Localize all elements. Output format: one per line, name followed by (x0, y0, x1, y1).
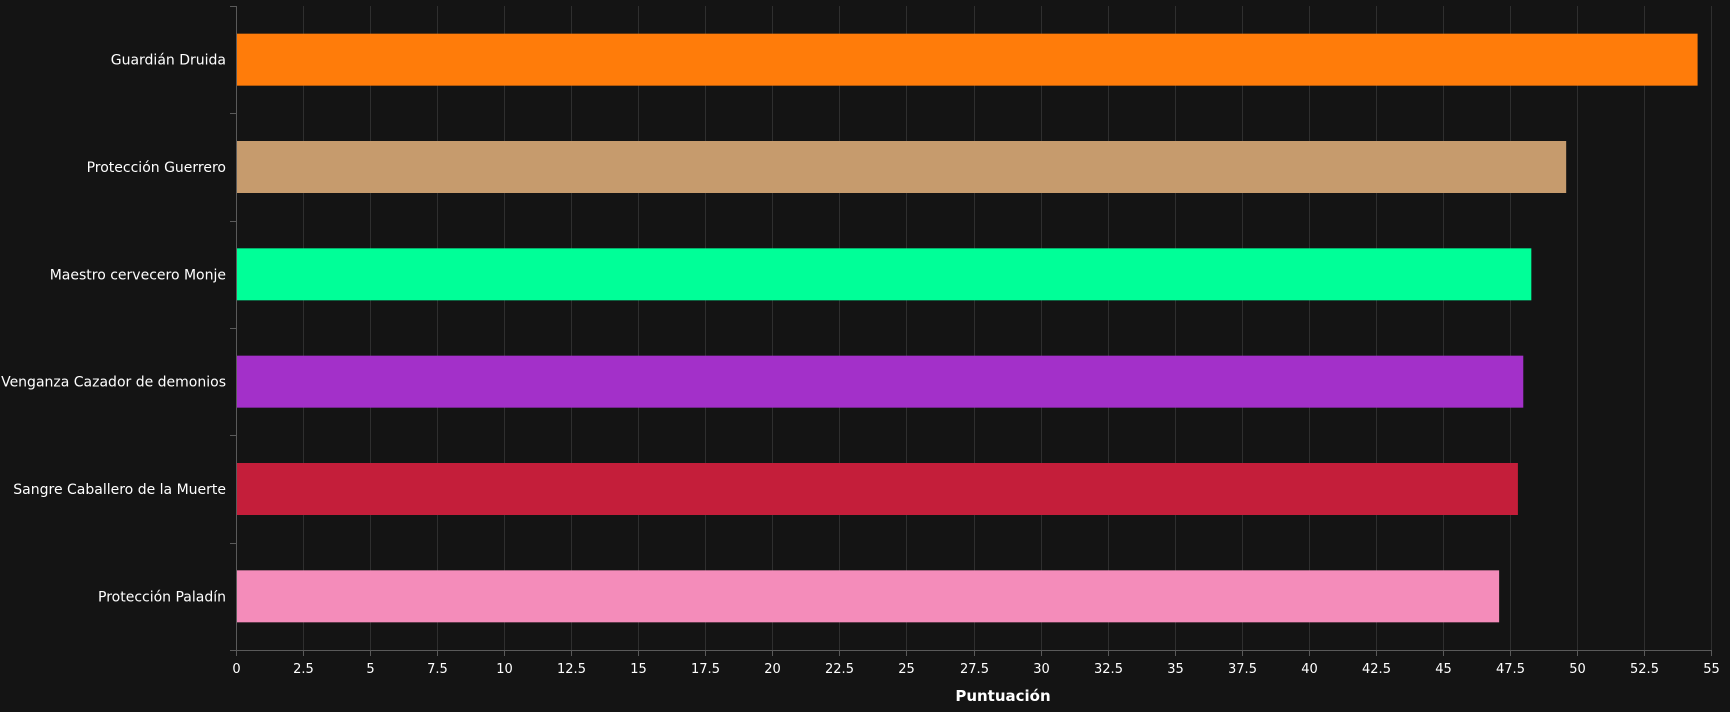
y-category-labels: Guardián Druida Protección Guerrero Maestr… (1, 53, 226, 606)
y-category-label: Venganza Cazador de demonios (1, 375, 226, 391)
y-category-label: Sangre Caballero de la Muerte (13, 482, 226, 498)
x-tick-label: 50 (1569, 662, 1586, 677)
bar (237, 570, 1500, 623)
x-tick-label: 7.5 (427, 662, 448, 677)
x-tick-label: 12.5 (557, 662, 586, 677)
x-tick-label: 27.5 (960, 662, 989, 677)
bar (237, 248, 1532, 301)
x-tick-label: 40 (1301, 662, 1318, 677)
x-tick-label: 42.5 (1362, 662, 1391, 677)
chart-svg: 0 2.5 5 7.5 10 12.5 15 17.5 20 22.5 25 27.5 30 32.5 35… (1, 6, 1720, 705)
x-tick-label: 52.5 (1630, 662, 1659, 677)
x-tick-label: 10 (496, 662, 513, 677)
x-tick-label: 30 (1033, 662, 1050, 677)
x-tick-label: 32.5 (1094, 662, 1123, 677)
y-category-label: Maestro cervecero Monje (50, 267, 226, 283)
x-axis-title: Puntuación (955, 687, 1050, 705)
bar (237, 141, 1567, 193)
x-tick-label: 45 (1435, 662, 1452, 677)
y-category-label: Guardián Druida (111, 53, 226, 69)
y-category-label: Protección Guerrero (87, 160, 226, 176)
x-tick-label: 35 (1167, 662, 1184, 677)
x-tick-label: 55 (1703, 662, 1720, 677)
x-tick-label: 25 (898, 662, 915, 677)
x-tick-label: 2.5 (293, 662, 314, 677)
axis-layer (230, 6, 1712, 656)
bar (237, 463, 1518, 515)
x-tick-label: 0 (232, 662, 240, 677)
grid-layer (303, 6, 1712, 650)
bar-chart: 0 2.5 5 7.5 10 12.5 15 17.5 20 22.5 25 27.5 30 32.5 35… (0, 0, 1730, 708)
x-tick-label: 17.5 (691, 662, 720, 677)
x-tick-label: 37.5 (1228, 662, 1257, 677)
x-tick-label: 20 (764, 662, 781, 677)
y-category-label: Protección Paladín (98, 589, 226, 605)
x-tick-label: 47.5 (1496, 662, 1525, 677)
x-tick-labels: 0 2.5 5 7.5 10 12.5 15 17.5 20 22.5 25 27.5 30 32.5 35… (232, 662, 1719, 677)
x-tick-label: 5 (366, 662, 374, 677)
x-tick-label: 15 (630, 662, 647, 677)
x-tick-label: 22.5 (825, 662, 854, 677)
bar (237, 33, 1698, 86)
bars-layer (237, 33, 1698, 623)
bar (237, 355, 1524, 408)
